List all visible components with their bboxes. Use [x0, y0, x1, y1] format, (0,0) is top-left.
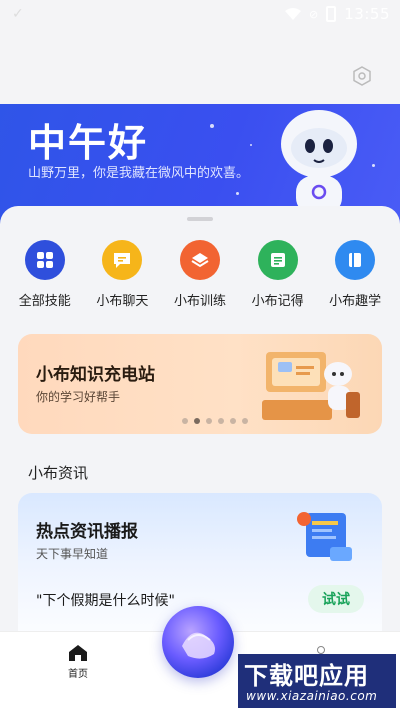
- chat-icon: [102, 240, 143, 280]
- site-watermark: 下载吧应用 www.xiazainiao.com: [238, 654, 396, 708]
- skill-label: 小布趣学: [329, 294, 382, 309]
- drag-handle[interactable]: [187, 217, 213, 221]
- banner-subtitle: 你的学习好帮手: [36, 390, 121, 404]
- carousel-dot[interactable]: [242, 418, 248, 424]
- news-section-title: 小布资讯: [28, 464, 89, 482]
- greeting-title: 中午好: [28, 121, 149, 165]
- settings-hex-icon[interactable]: [352, 66, 372, 86]
- notes-icon: [257, 240, 298, 280]
- clock: 13:55: [344, 5, 390, 23]
- check-icon: ✓: [12, 6, 24, 22]
- skill-learn[interactable]: 小布趣学: [319, 240, 391, 309]
- wifi-icon: [285, 8, 302, 20]
- skill-memory[interactable]: 小布记得: [242, 240, 314, 309]
- tab-home-label: 首页: [68, 669, 88, 680]
- carousel-dot-active[interactable]: [194, 418, 200, 424]
- skill-label: 小布聊天: [96, 294, 149, 309]
- book-icon: [335, 240, 376, 280]
- skill-label: 小布记得: [251, 294, 304, 309]
- home-icon: [69, 645, 87, 661]
- knowledge-banner[interactable]: 小布知识充电站 你的学习好帮手: [18, 334, 382, 434]
- banner-title: 小布知识充电站: [36, 365, 155, 385]
- try-button[interactable]: 试试: [308, 585, 364, 613]
- carousel-dot[interactable]: [218, 418, 224, 424]
- assistant-wave-icon: [182, 632, 215, 659]
- skill-all[interactable]: 全部技能: [9, 240, 81, 309]
- top-area: [0, 30, 400, 105]
- skill-label: 全部技能: [18, 294, 71, 309]
- carousel-dot[interactable]: [182, 418, 188, 424]
- tab-home[interactable]: 首页: [58, 644, 98, 680]
- skill-training[interactable]: 小布训练: [164, 240, 236, 309]
- watermark-url: www.xiazainiao.com: [246, 689, 378, 703]
- skills-row: 全部技能 小布聊天 小布训练 小布记得 小布趣学: [0, 240, 400, 309]
- robot-mascot-icon[interactable]: [274, 104, 364, 214]
- news-card-title: 热点资讯播报: [36, 522, 138, 542]
- voice-assistant-button[interactable]: [162, 606, 234, 678]
- greeting-subtitle: 山野万里，你是我藏在微风中的欢喜。: [28, 166, 250, 181]
- carousel-dot[interactable]: [230, 418, 236, 424]
- news-card-subtitle: 天下事早知道: [36, 547, 109, 561]
- layers-icon: [179, 240, 220, 280]
- status-bar: ✓ ⊘ 13:55: [0, 0, 400, 30]
- carousel-dot[interactable]: [206, 418, 212, 424]
- no-sim-icon: ⊘: [309, 7, 319, 21]
- skill-label: 小布训练: [173, 294, 226, 309]
- watermark-title: 下载吧应用: [244, 662, 369, 690]
- suggested-query: "下个假期是什么时候": [36, 593, 175, 609]
- robot-study-illustration-icon: [262, 352, 360, 420]
- content-sheet: 全部技能 小布聊天 小布训练 小布记得 小布趣学 小布知识充电站 你的学习好帮手…: [0, 206, 400, 653]
- grid-icon: [24, 240, 65, 280]
- carousel-indicator: [18, 418, 382, 424]
- battery-icon: [326, 6, 337, 22]
- news-scroll-icon: [297, 512, 352, 561]
- skill-chat[interactable]: 小布聊天: [86, 240, 158, 309]
- tab-profile-icon[interactable]: [317, 646, 325, 654]
- status-icons: ⊘ 13:55: [285, 5, 390, 23]
